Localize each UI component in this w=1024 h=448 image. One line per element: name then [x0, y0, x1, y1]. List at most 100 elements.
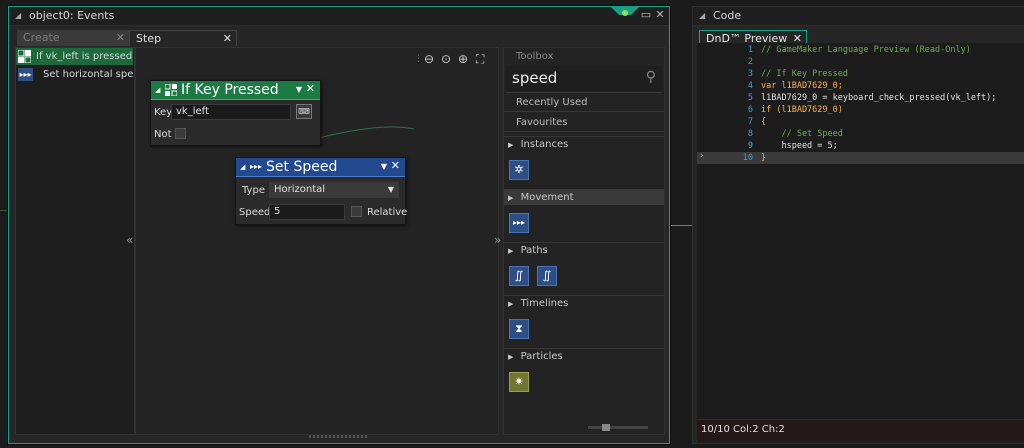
particle-speed-icon[interactable]: ✷ — [509, 372, 529, 392]
set-speed-icon: ▸▸▸ — [250, 162, 263, 171]
key-picker-icon[interactable]: ⌨ — [296, 104, 312, 119]
code-line: } — [761, 153, 767, 163]
set-speed-block[interactable]: ◢ ▸▸▸ Set Speed ▼ ✕ Type Horizontal ▼ Sp… — [235, 157, 408, 225]
zoom-in-icon[interactable]: ⊕ — [458, 52, 468, 66]
chevron-down-icon[interactable]: ▼ — [388, 183, 394, 197]
events-window-titlebar[interactable]: ◢ object0: Events ▭ ✕ — [9, 7, 669, 26]
path-speed-relative-icon[interactable]: ∬ — [537, 266, 557, 286]
minimize-icon[interactable]: ▭ — [640, 9, 652, 21]
toolbar-grip-icon: ⋮ — [414, 54, 423, 64]
close-tab-icon[interactable]: ✕ — [116, 30, 125, 46]
line-number: 7 — [747, 117, 753, 127]
favourites-item[interactable]: Favourites — [504, 114, 664, 132]
expand-triangle-icon: ▶ — [508, 353, 514, 361]
category-particles[interactable]: ▶ Particles — [504, 348, 664, 364]
code-line: // If Key Pressed — [761, 69, 848, 79]
chevron-down-icon[interactable]: ▼ — [381, 162, 387, 171]
close-icon[interactable]: ✕ — [391, 159, 400, 172]
not-label: Not — [154, 129, 172, 140]
zoom-reset-icon[interactable]: ⊙ — [441, 52, 451, 66]
type-select[interactable]: Horizontal ▼ — [269, 182, 399, 198]
block-title: If Key Pressed — [181, 82, 279, 98]
collapse-right-button[interactable]: » — [494, 233, 501, 247]
line-number: 5 — [747, 93, 753, 103]
code-line: // Set Speed — [761, 129, 843, 139]
block-header[interactable]: ◢ ▸▸▸ Set Speed ▼ ✕ — [236, 158, 405, 177]
recently-used-item[interactable]: Recently Used — [504, 94, 664, 112]
zoom-out-icon[interactable]: ⊖ — [424, 52, 434, 66]
toolbox-search[interactable]: speed ⚲ — [506, 66, 662, 93]
workspace-connection-line — [0, 210, 8, 211]
code-window-titlebar[interactable]: ◢ Code — [693, 7, 1024, 26]
not-checkbox[interactable] — [175, 128, 186, 139]
toolbox-header: Toolbox — [516, 51, 554, 62]
expand-triangle-icon: ▶ — [508, 247, 514, 255]
code-window[interactable]: ◢ Code DnD™ Preview ✕ › 1// GameMaker La… — [692, 6, 1024, 444]
toolbox-panel[interactable]: Toolbox speed ⚲ Recently Used Favourites… — [503, 47, 665, 435]
block-title: Set Speed — [266, 159, 338, 175]
tab-create[interactable]: Create ✕ — [17, 30, 129, 46]
list-item[interactable]: If vk_left is pressed — [16, 48, 133, 65]
dnd-action-canvas[interactable]: ⋮ ⊖ ⊙ ⊕ ⛶ ◢ If Key Pressed ▼ ✕ Key vk_le… — [135, 47, 499, 435]
relative-label: Relative — [367, 207, 408, 218]
if-key-pressed-block[interactable]: ◢ If Key Pressed ▼ ✕ Key vk_left ⌨ Not — [150, 80, 321, 146]
category-paths[interactable]: ▶ Paths — [504, 242, 664, 258]
code-line: if (l1BAD7629_0) — [761, 105, 843, 115]
speed-field[interactable]: 5 — [269, 204, 345, 220]
block-header[interactable]: ◢ If Key Pressed ▼ ✕ — [151, 81, 320, 100]
set-speed-icon[interactable]: ▸▸▸ — [509, 213, 529, 233]
expand-triangle-icon: ▶ — [508, 194, 514, 202]
workspace-connection-line — [668, 225, 692, 226]
set-speed-icon: ▸▸▸ — [18, 68, 33, 81]
collapse-triangle-icon[interactable]: ◢ — [155, 86, 160, 94]
key-field[interactable]: vk_left — [171, 104, 291, 120]
collapse-triangle-icon[interactable]: ◢ — [699, 11, 705, 20]
code-window-title: Code — [713, 9, 742, 22]
category-movement[interactable]: ▶ Movement — [504, 189, 664, 205]
slider-handle[interactable] — [602, 424, 610, 431]
key-pressed-icon — [165, 84, 177, 96]
key-pressed-icon — [18, 50, 31, 63]
category-timelines[interactable]: ▶ Timelines — [504, 295, 664, 311]
tab-step[interactable]: Step ✕ — [129, 30, 237, 46]
events-window[interactable]: ◢ object0: Events ▭ ✕ Create ✕ Step ✕ If… — [8, 6, 670, 444]
events-window-title: object0: Events — [29, 9, 115, 22]
close-icon[interactable]: ✕ — [306, 82, 315, 95]
event-action-list[interactable]: If vk_left is pressed ▸▸▸ Set horizontal… — [15, 47, 135, 435]
fit-view-icon[interactable]: ⛶ — [476, 52, 484, 67]
search-icon[interactable]: ⚲ — [646, 69, 656, 85]
code-editor[interactable]: › 1 // GameMaker Language Preview (Read-O… — [697, 43, 1024, 419]
current-line-marker-icon: › — [699, 151, 705, 161]
zoom-toolbar: ⋮ ⊖ ⊙ ⊕ ⛶ — [414, 52, 494, 68]
collapse-left-button[interactable]: « — [126, 233, 133, 247]
line-number: 3 — [747, 69, 753, 79]
search-input[interactable]: speed — [512, 69, 557, 87]
line-number: 4 — [747, 81, 753, 91]
code-line: l1BAD7629_0 = keyboard_check_pressed(vk_… — [761, 93, 997, 103]
line-number: 1 — [747, 45, 753, 55]
line-number: 2 — [747, 57, 753, 67]
expand-triangle-icon: ▶ — [508, 300, 514, 308]
close-icon[interactable]: ✕ — [654, 9, 666, 21]
toolbox-resize-slider[interactable] — [588, 424, 648, 431]
chevron-down-icon[interactable]: ▼ — [296, 85, 302, 94]
instance-speed-icon[interactable]: ✲ — [509, 160, 529, 180]
collapse-triangle-icon[interactable]: ◢ — [240, 163, 245, 171]
status-bar: 10/10 Col:2 Ch:2 — [697, 419, 1024, 442]
code-line: { — [761, 117, 767, 127]
relative-checkbox[interactable] — [351, 206, 362, 217]
block-connection-line — [306, 126, 415, 142]
line-number: 9 — [747, 141, 753, 151]
line-number: 6 — [747, 105, 753, 115]
list-item[interactable]: ▸▸▸ Set horizontal speed — [16, 66, 133, 83]
code-line: // GameMaker Language Preview (Read-Only… — [761, 45, 971, 55]
category-instances[interactable]: ▶ Instances — [504, 136, 664, 152]
close-tab-icon[interactable]: ✕ — [223, 31, 232, 47]
hourglass-icon[interactable]: ⧗ — [509, 319, 529, 339]
line-number: 10 — [742, 153, 753, 163]
path-speed-icon[interactable]: ∬ — [509, 266, 529, 286]
window-accent-decoration — [599, 7, 639, 16]
line-number: 8 — [747, 129, 753, 139]
collapse-triangle-icon[interactable]: ◢ — [15, 11, 21, 20]
resize-grip[interactable] — [309, 435, 369, 438]
